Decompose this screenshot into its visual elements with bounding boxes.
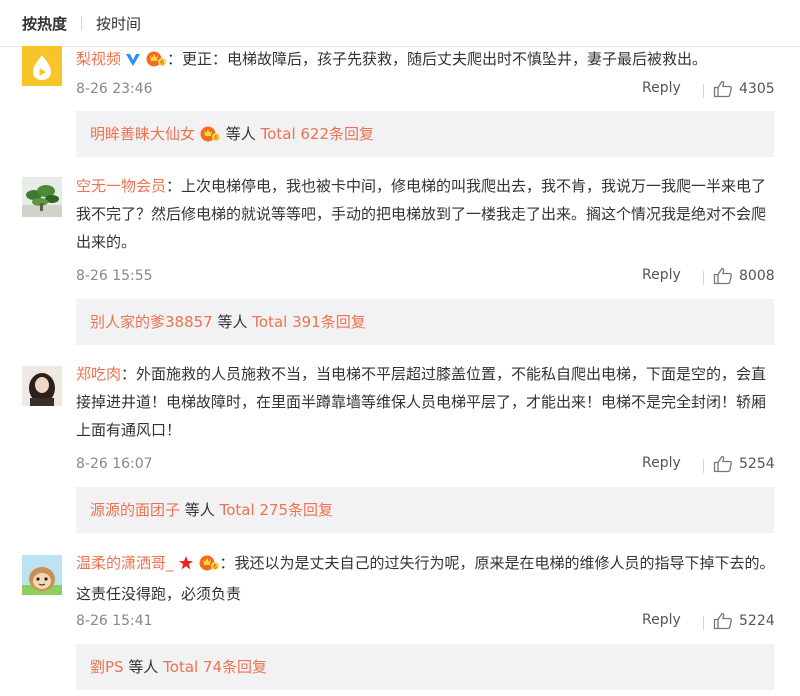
reply-button[interactable]: Reply	[642, 455, 681, 471]
username[interactable]: 温柔的潇洒哥_	[76, 554, 174, 572]
star-icon	[178, 552, 194, 580]
comment-meta: 8-26 15:55 Reply 8008	[76, 265, 775, 289]
person-avatar-image	[22, 366, 62, 406]
sub-reply-others: 等人	[184, 501, 215, 519]
username[interactable]: 空无一物会员	[76, 177, 166, 195]
avatar[interactable]	[22, 177, 62, 217]
cartoon-avatar-image	[22, 555, 62, 595]
sub-reply-others: 等人	[217, 313, 248, 331]
username[interactable]: 郑吃肉	[76, 365, 121, 383]
sub-replies[interactable]: 别人家的爹38857 等人 Total 391条回复	[76, 299, 774, 345]
thumbs-up-icon	[713, 455, 732, 473]
like-count: 4305	[739, 81, 775, 97]
sub-reply-others: 等人	[128, 658, 159, 676]
avatar[interactable]	[22, 46, 62, 86]
like-button[interactable]: 8008	[713, 267, 775, 285]
sub-replies[interactable]: 劉PS 等人 Total 74条回复	[76, 644, 774, 690]
sub-reply-total-link[interactable]: Total 622条回复	[261, 125, 374, 143]
sub-replies[interactable]: 明眸善睐大仙女 6 等人 Total 622条回复	[76, 111, 774, 157]
thumbs-up-icon	[713, 80, 732, 98]
divider	[703, 84, 704, 98]
sub-reply-username[interactable]: 明眸善睐大仙女	[90, 125, 195, 143]
sub-reply-others: 等人	[225, 125, 256, 143]
vip-crown-icon: 6	[145, 48, 167, 76]
divider	[703, 616, 704, 630]
thumbs-up-icon	[713, 612, 732, 630]
like-count: 5224	[739, 613, 775, 629]
like-count: 5254	[739, 456, 775, 472]
sub-reply-username[interactable]: 劉PS	[90, 658, 124, 676]
comment-text: ：更正：电梯故障后，孩子先获救，随后丈夫爬出时不慎坠井，妻子最后被救出。	[167, 50, 708, 68]
comment-time: 8-26 15:41	[76, 613, 153, 629]
divider	[81, 16, 83, 30]
reply-button[interactable]: Reply	[642, 612, 681, 628]
username[interactable]: 梨视频	[76, 50, 121, 68]
divider	[703, 271, 704, 285]
plant-avatar-image	[22, 177, 62, 217]
comment-meta: 8-26 16:07 Reply 5254	[76, 453, 775, 477]
thumbs-up-icon	[713, 267, 732, 285]
reply-button[interactable]: Reply	[642, 80, 681, 96]
like-button[interactable]: 5254	[713, 455, 775, 473]
comment-meta: 8-26 15:41 Reply 5224	[76, 610, 775, 634]
sub-reply-username[interactable]: 别人家的爹38857	[90, 313, 213, 331]
svg-text:6: 6	[160, 60, 164, 67]
svg-text:6: 6	[213, 564, 217, 571]
avatar[interactable]	[22, 366, 62, 406]
sub-replies[interactable]: 源源的面团子 等人 Total 275条回复	[76, 487, 774, 533]
divider	[703, 459, 704, 473]
sub-reply-total-link[interactable]: Total 391条回复	[252, 313, 365, 331]
tab-sort-by-hot[interactable]: 按热度	[22, 13, 67, 34]
sort-tabs: 按热度 按时间	[0, 0, 800, 47]
sub-reply-username[interactable]: 源源的面团子	[90, 501, 180, 519]
comment-content: 郑吃肉：外面施救的人员施救不当，当电梯不平层超过膝盖位置，不能私自爬出电梯，下面…	[76, 360, 776, 444]
comment-content: 空无一物会员：上次电梯停电，我也被卡中间，修电梯的叫我爬出去，我不肯，我说万一我…	[76, 172, 776, 256]
comment-time: 8-26 15:55	[76, 268, 153, 284]
like-count: 8008	[739, 268, 775, 284]
comment-time: 8-26 23:46	[76, 81, 153, 97]
vip-crown-icon: 6	[198, 552, 220, 580]
comment-content: 温柔的潇洒哥_ 6 ：我还以为是丈夫自己的过失行为呢，原来是在电梯的维修人员的指导下…	[76, 549, 776, 608]
sub-reply-total-link[interactable]: Total 275条回复	[220, 501, 333, 519]
comment-text: ：上次电梯停电，我也被卡中间，修电梯的叫我爬出去，我不肯，我说万一我爬一半来电了…	[76, 177, 767, 251]
comment-time: 8-26 16:07	[76, 456, 153, 472]
vip-crown-icon: 6	[199, 114, 221, 160]
comment-text: ：外面施救的人员施救不当，当电梯不平层超过膝盖位置，不能私自爬出电梯，下面是空的…	[76, 365, 767, 439]
comment-meta: 8-26 23:46 Reply 4305	[76, 78, 775, 102]
like-button[interactable]: 5224	[713, 612, 775, 630]
sub-reply-total-link[interactable]: Total 74条回复	[163, 658, 267, 676]
svg-text:6: 6	[214, 135, 218, 142]
like-button[interactable]: 4305	[713, 80, 775, 98]
pear-video-logo-icon	[22, 46, 62, 86]
verified-v-icon	[125, 48, 141, 76]
reply-button[interactable]: Reply	[642, 267, 681, 283]
comment-content: 梨视频 6 ：更正：电梯故障后，孩子先获救，随后丈夫爬出时不慎坠井，妻子最后被救出。	[76, 45, 776, 76]
avatar[interactable]	[22, 555, 62, 595]
tab-sort-by-time[interactable]: 按时间	[96, 13, 141, 34]
